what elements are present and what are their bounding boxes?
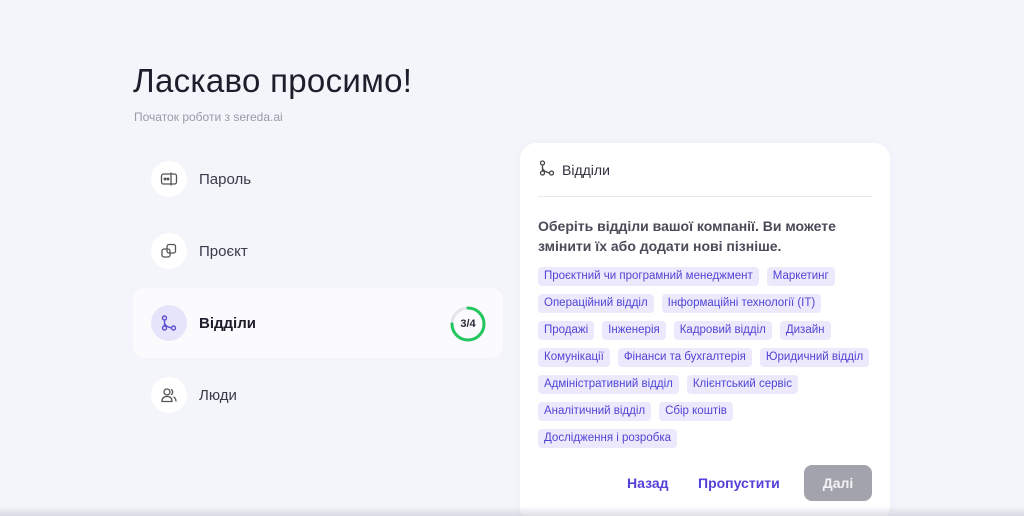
department-chip[interactable]: Комунікації <box>538 348 610 367</box>
departments-icon <box>151 305 187 341</box>
departments-card: Відділи Оберіть відділи вашої компанії. … <box>520 143 890 516</box>
step-departments[interactable]: Відділи 3/4 <box>133 288 503 358</box>
department-chip[interactable]: Інформаційні технології (IT) <box>661 294 822 313</box>
departments-icon <box>538 157 556 184</box>
back-button[interactable]: Назад <box>627 475 669 491</box>
card-title: Відділи <box>562 162 610 178</box>
department-chip[interactable]: Інженерія <box>602 321 666 340</box>
department-chip[interactable]: Дослідження і розробка <box>538 429 677 448</box>
department-chip[interactable]: Фінанси та бухгалтерія <box>617 348 752 367</box>
department-chip[interactable]: Маркетинг <box>766 267 835 286</box>
department-chips: Проєктний чи програмний менеджмент Маркет… <box>538 267 878 448</box>
skip-button[interactable]: Пропустити <box>698 475 780 491</box>
step-label: Люди <box>199 386 237 404</box>
step-progress-text: 3/4 <box>460 318 476 330</box>
step-password[interactable]: Пароль <box>133 144 503 214</box>
bottom-shadow <box>0 506 1024 516</box>
password-icon <box>151 161 187 197</box>
department-chip[interactable]: Проєктний чи програмний менеджмент <box>538 267 759 286</box>
step-label: Проєкт <box>199 242 248 260</box>
people-icon <box>151 377 187 413</box>
project-icon <box>151 233 187 269</box>
card-description: Оберіть відділи вашої компанії. Ви может… <box>538 218 836 254</box>
step-label: Відділи <box>199 314 256 332</box>
department-chip[interactable]: Кадровий відділ <box>673 321 772 340</box>
page-subtitle: Початок роботи з sereda.ai <box>134 110 283 124</box>
department-chip[interactable]: Сбір коштів <box>659 402 733 421</box>
department-chip[interactable]: Операційний відділ <box>538 294 654 313</box>
department-chip[interactable]: Дизайн <box>779 321 831 340</box>
step-label: Пароль <box>199 170 252 188</box>
card-footer: Назад Пропустити Далі <box>520 465 890 501</box>
page-title: Ласкаво просимо! <box>133 62 413 99</box>
step-progress-ring: 3/4 <box>449 305 487 343</box>
next-button[interactable]: Далі <box>804 465 872 501</box>
card-header: Відділи <box>538 157 872 197</box>
department-chip[interactable]: Аналітичний відділ <box>538 402 652 421</box>
department-chip[interactable]: Продажі <box>538 321 595 340</box>
department-chip[interactable]: Адміністративний відділ <box>538 375 679 394</box>
step-project[interactable]: Проєкт <box>133 216 503 286</box>
step-people[interactable]: Люди <box>133 360 503 430</box>
department-chip[interactable]: Клієнтський сервіс <box>686 375 798 394</box>
onboarding-steps: Пароль Проєкт Відділи 3/4 Люди <box>133 144 503 432</box>
department-chip[interactable]: Юридичний відділ <box>759 348 870 367</box>
